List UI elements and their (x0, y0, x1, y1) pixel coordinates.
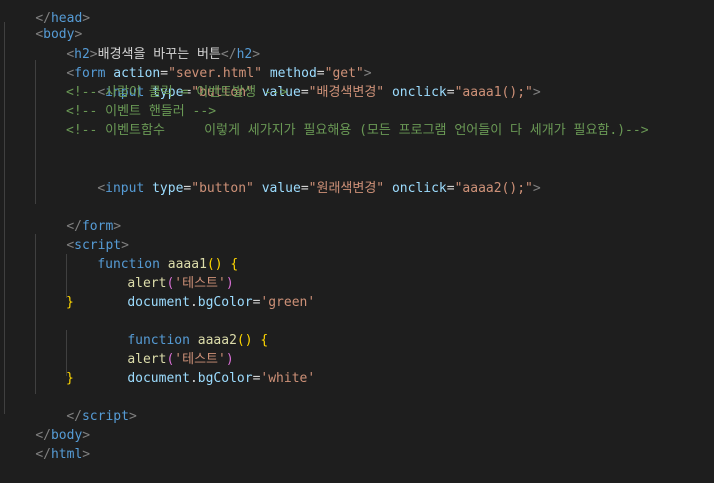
code-line: function aaaa1() { (97, 257, 239, 272)
code-line: </body> (35, 428, 91, 443)
code-line: document.bgColor='white' (127, 371, 316, 386)
input1-onclick: "aaaa1();" (454, 85, 533, 100)
code-line: function aaaa2() { (127, 333, 269, 348)
code-line: <h2>배경색을 바꾸는 버튼</h2> (66, 47, 261, 62)
code-line: <body> (35, 27, 83, 42)
code-line: </form> (66, 219, 122, 234)
code-line: alert('테스트') (127, 352, 234, 367)
code-line: document.bgColor='green' (127, 295, 316, 310)
code-comment: <!-- 이벤트함수 이렇게 세가지가 필요해용 (모든 프로그램 언어들이 다… (66, 123, 649, 138)
code-editor[interactable]: </head> <body> <h2>배경색을 바꾸는 버튼</h2> <for… (0, 0, 714, 462)
code-line: <script> (66, 238, 129, 253)
input2-value: "원래색변경" (308, 181, 385, 196)
input2-onclick: "aaaa2();" (454, 181, 533, 196)
code-line: } (66, 295, 74, 310)
code-line: alert('테스트') (127, 276, 234, 291)
code-line: <input type="button" value="원래색변경" oncli… (97, 181, 541, 196)
indent-guide (4, 22, 5, 414)
code-comment: <!-- 이벤트 핸들러 --> (66, 104, 217, 119)
code-line: <input type="button" value="배경색변경" oncli… (97, 85, 541, 100)
code-line: } (66, 371, 74, 386)
input1-value: "배경색변경" (308, 85, 385, 100)
code-line: </html> (35, 447, 91, 462)
code-comment: <!-- 사람이 클릭 = 이벤트발생 --> (66, 85, 288, 100)
code-line: </script> (66, 409, 137, 424)
code-line: <form action="sever.html" method="get"> (66, 66, 372, 81)
